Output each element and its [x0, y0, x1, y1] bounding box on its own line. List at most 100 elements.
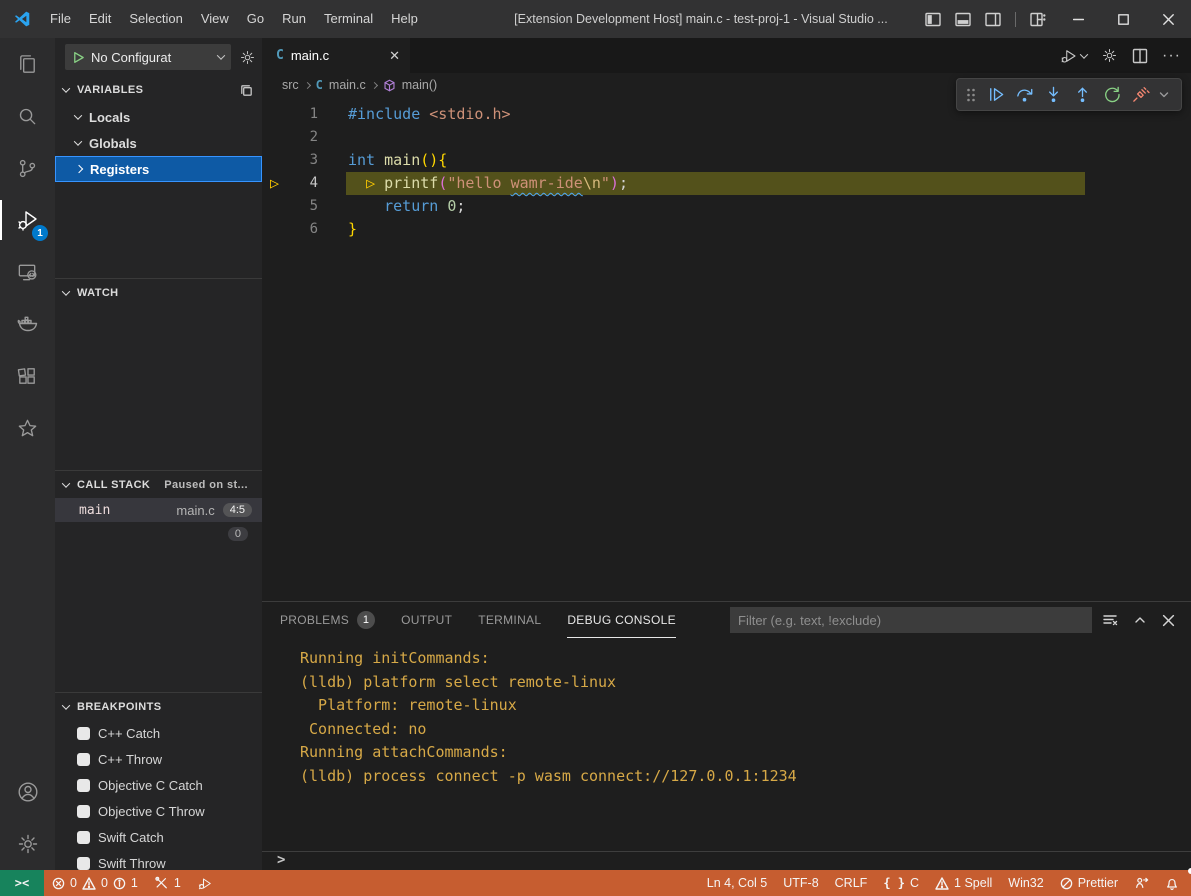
tab-main-c[interactable]: C main.c ✕ — [262, 38, 410, 73]
panel-tab-problems[interactable]: PROBLEMS1 — [280, 602, 375, 638]
close-window-button[interactable] — [1146, 0, 1191, 38]
code-line-2[interactable]: 2 — [262, 126, 1191, 149]
breakpoint-item-swift-throw[interactable]: Swift Throw — [55, 850, 262, 870]
launch-configuration-dropdown[interactable]: No Configurat — [65, 44, 231, 70]
language-mode[interactable]: { } C — [875, 870, 927, 896]
menu-edit[interactable]: Edit — [80, 0, 120, 38]
start-debugging-icon[interactable] — [72, 51, 85, 64]
breakpoint-checkbox[interactable] — [77, 831, 90, 844]
source-control-icon[interactable] — [0, 142, 55, 194]
breakpoint-checkbox[interactable] — [77, 805, 90, 818]
token: " — [601, 174, 610, 192]
remote-indicator[interactable]: >< — [0, 870, 44, 896]
debug-console-output[interactable]: Running initCommands:(lldb) platform sel… — [262, 638, 1191, 788]
menu-file[interactable]: File — [41, 0, 80, 38]
customize-layout-icon[interactable] — [1030, 12, 1046, 27]
code-line-3[interactable]: 3int main(){ — [262, 149, 1191, 172]
open-launch-json-gear-icon[interactable] — [239, 49, 256, 66]
breakpoint-checkbox[interactable] — [77, 727, 90, 740]
account-icon[interactable] — [0, 766, 55, 818]
clear-console-icon[interactable] — [1102, 612, 1118, 628]
breakpoint-item-c-throw[interactable]: C++ Throw — [55, 746, 262, 772]
variables-item-registers[interactable]: Registers — [55, 156, 262, 182]
toggle-secondary-sidebar-icon[interactable] — [985, 12, 1001, 27]
formatter-status[interactable]: Prettier — [1052, 870, 1126, 896]
debug-console-input[interactable]: > — [262, 851, 1191, 868]
breakpoint-checkbox[interactable] — [77, 779, 90, 792]
run-and-debug-icon[interactable]: 1 — [0, 194, 55, 246]
breakpoint-checkbox[interactable] — [77, 857, 90, 870]
menu-help[interactable]: Help — [382, 0, 427, 38]
copy-icon[interactable] — [239, 83, 254, 98]
eol-indicator[interactable]: CRLF — [827, 870, 876, 896]
activity-bar-spacer — [0, 454, 55, 766]
toggle-panel-icon[interactable] — [955, 12, 971, 27]
call-stack-frame[interactable]: main main.c 4:5 — [55, 498, 262, 522]
more-actions-icon[interactable]: ··· — [1162, 47, 1181, 65]
problems-status[interactable]: 0 0 1 — [44, 870, 146, 896]
variables-section-header[interactable]: VARIABLES — [55, 76, 262, 104]
menu-terminal[interactable]: Terminal — [315, 0, 382, 38]
breakpoint-item-objective-c-throw[interactable]: Objective C Throw — [55, 798, 262, 824]
breadcrumb-folder[interactable]: src — [282, 78, 299, 92]
close-panel-icon[interactable] — [1162, 614, 1175, 627]
disconnect-icon[interactable] — [1126, 79, 1155, 110]
encoding-indicator[interactable]: UTF-8 — [775, 870, 826, 896]
ports-status[interactable]: 1 — [146, 870, 189, 896]
line-text: int main(){ — [348, 151, 447, 169]
debug-status[interactable] — [189, 870, 221, 896]
breakpoint-checkbox[interactable] — [77, 753, 90, 766]
platform-indicator[interactable]: Win32 — [1000, 870, 1051, 896]
extensions-icon[interactable] — [0, 350, 55, 402]
code-line-4[interactable]: ▷4 ▷ printf("hello wamr-ide\n"); — [262, 172, 1191, 195]
explorer-icon[interactable] — [0, 38, 55, 90]
console-filter-input[interactable] — [730, 607, 1092, 633]
split-editor-icon[interactable] — [1132, 48, 1148, 64]
code-editor[interactable]: 1#include <stdio.h>23int main(){▷4 ▷ pri… — [262, 97, 1191, 601]
spell-checker-status[interactable]: 1 Spell — [927, 870, 1000, 896]
settings-gear-icon[interactable] — [0, 818, 55, 870]
gear-icon[interactable] — [1101, 47, 1118, 64]
panel-tab-debug-console[interactable]: DEBUG CONSOLE — [567, 602, 676, 638]
code-line-6[interactable]: 6} — [262, 218, 1191, 241]
toggle-sidebar-icon[interactable] — [925, 12, 941, 27]
feedback-status[interactable] — [1126, 870, 1157, 896]
maximize-button[interactable] — [1101, 0, 1146, 38]
panel-tab-output[interactable]: OUTPUT — [401, 602, 452, 638]
variables-item-globals[interactable]: Globals — [55, 130, 262, 156]
breakpoint-item-swift-catch[interactable]: Swift Catch — [55, 824, 262, 850]
minimize-button[interactable] — [1056, 0, 1101, 38]
star-icon[interactable] — [0, 402, 55, 454]
close-tab-icon[interactable]: ✕ — [389, 48, 400, 64]
cursor-position[interactable]: Ln 4, Col 5 — [699, 870, 775, 896]
docker-icon[interactable] — [0, 298, 55, 350]
maximize-panel-icon[interactable] — [1133, 613, 1147, 627]
chevron-down-icon[interactable] — [1155, 79, 1173, 110]
step-into-icon[interactable] — [1039, 79, 1068, 110]
call-stack-section-header[interactable]: CALL STACK Paused on st... — [55, 470, 262, 498]
breakpoints-section-header[interactable]: BREAKPOINTS — [55, 692, 262, 720]
panel-tab-terminal[interactable]: TERMINAL — [478, 602, 541, 638]
drag-handle-icon[interactable] — [961, 79, 981, 110]
menu-selection[interactable]: Selection — [120, 0, 191, 38]
step-out-icon[interactable] — [1068, 79, 1097, 110]
breadcrumb-symbol[interactable]: main() — [402, 78, 437, 92]
braces-icon: { } — [883, 876, 905, 890]
menu-go[interactable]: Go — [238, 0, 273, 38]
watch-section-header[interactable]: WATCH — [55, 278, 262, 306]
continue-icon[interactable] — [981, 79, 1010, 110]
remote-explorer-icon[interactable] — [0, 246, 55, 298]
breadcrumb-file[interactable]: main.c — [329, 78, 366, 92]
search-icon[interactable] — [0, 90, 55, 142]
breakpoint-item-objective-c-catch[interactable]: Objective C Catch — [55, 772, 262, 798]
code-line-5[interactable]: 5 return 0; — [262, 195, 1191, 218]
menu-view[interactable]: View — [192, 0, 238, 38]
notifications-bell[interactable] — [1157, 870, 1191, 896]
run-or-debug-button[interactable] — [1060, 47, 1087, 65]
breakpoint-item-c-catch[interactable]: C++ Catch — [55, 720, 262, 746]
menu-run[interactable]: Run — [273, 0, 315, 38]
variables-item-locals[interactable]: Locals — [55, 104, 262, 130]
restart-icon[interactable] — [1097, 79, 1126, 110]
call-stack-thread-row[interactable]: 0 — [55, 522, 262, 546]
step-over-icon[interactable] — [1010, 79, 1039, 110]
